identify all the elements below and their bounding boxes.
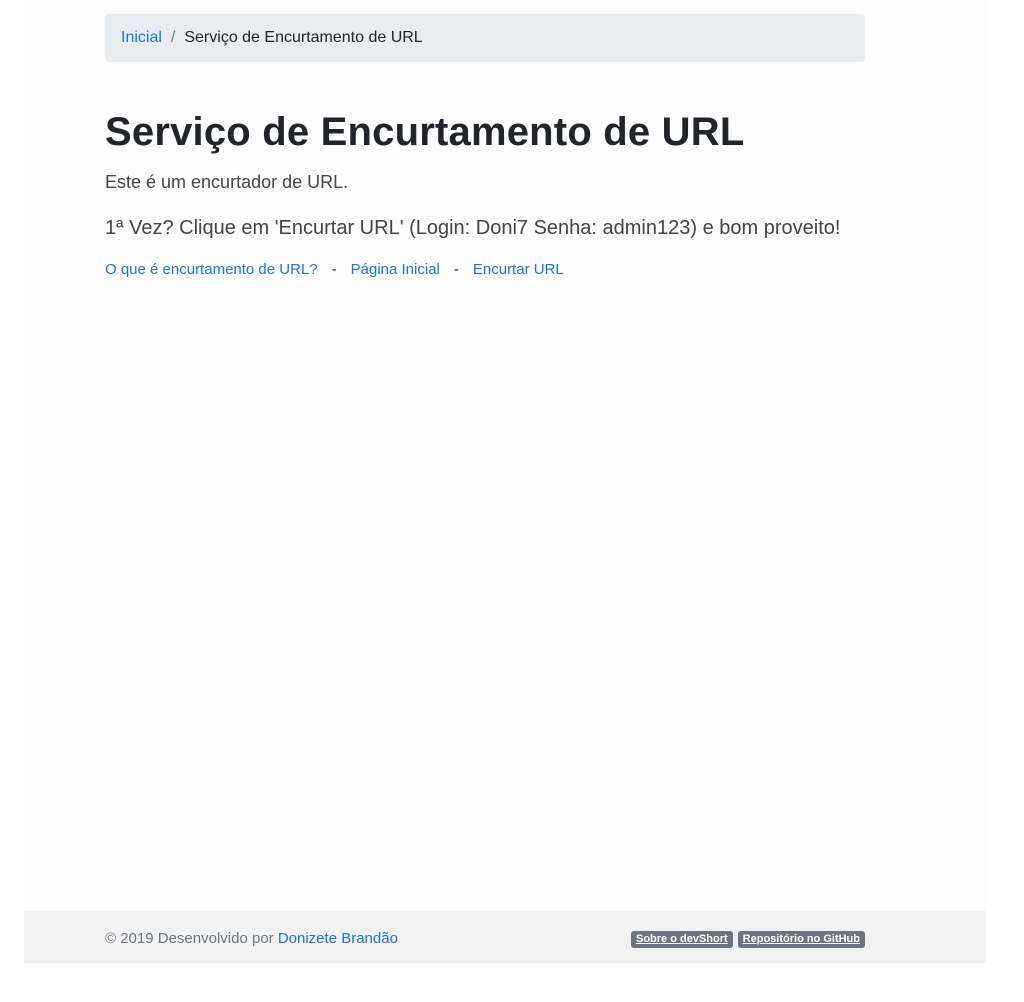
nav-links: O que é encurtamento de URL? - Página In… [105, 261, 564, 278]
breadcrumb-separator: / [170, 29, 176, 46]
lead-text: Este é um encurtador de URL. [105, 172, 349, 192]
home-link[interactable]: Página Inicial [351, 261, 440, 278]
breadcrumb-home-link[interactable]: Inicial [121, 29, 162, 47]
author-link[interactable]: Donizete Brandão [278, 930, 398, 947]
instructions-text: 1ª Vez? Clique em 'Encurtar URL' (Login:… [105, 217, 841, 239]
link-separator: - [453, 261, 459, 278]
github-badge[interactable]: Repositório no GitHub [737, 931, 865, 948]
breadcrumb: Inicial / Serviço de Encurtamento de URL [105, 14, 865, 62]
footer-copyright: © 2019 Desenvolvido por Donizete Brandão [105, 930, 398, 947]
copyright-text: © 2019 Desenvolvido por [105, 930, 278, 947]
link-separator: - [331, 261, 337, 278]
page-title: Serviço de Encurtamento de URL [105, 110, 745, 154]
breadcrumb-current: Serviço de Encurtamento de URL [184, 29, 423, 46]
footer-badges: Sobre o devShort Repositório no GitHub [630, 931, 865, 948]
shorten-link[interactable]: Encurtar URL [473, 261, 564, 278]
about-badge[interactable]: Sobre o devShort [630, 931, 733, 948]
what-is-link[interactable]: O que é encurtamento de URL? [105, 261, 318, 278]
footer: © 2019 Desenvolvido por Donizete Brandão… [24, 911, 986, 963]
page: Inicial / Serviço de Encurtamento de URL… [0, 0, 1024, 1002]
